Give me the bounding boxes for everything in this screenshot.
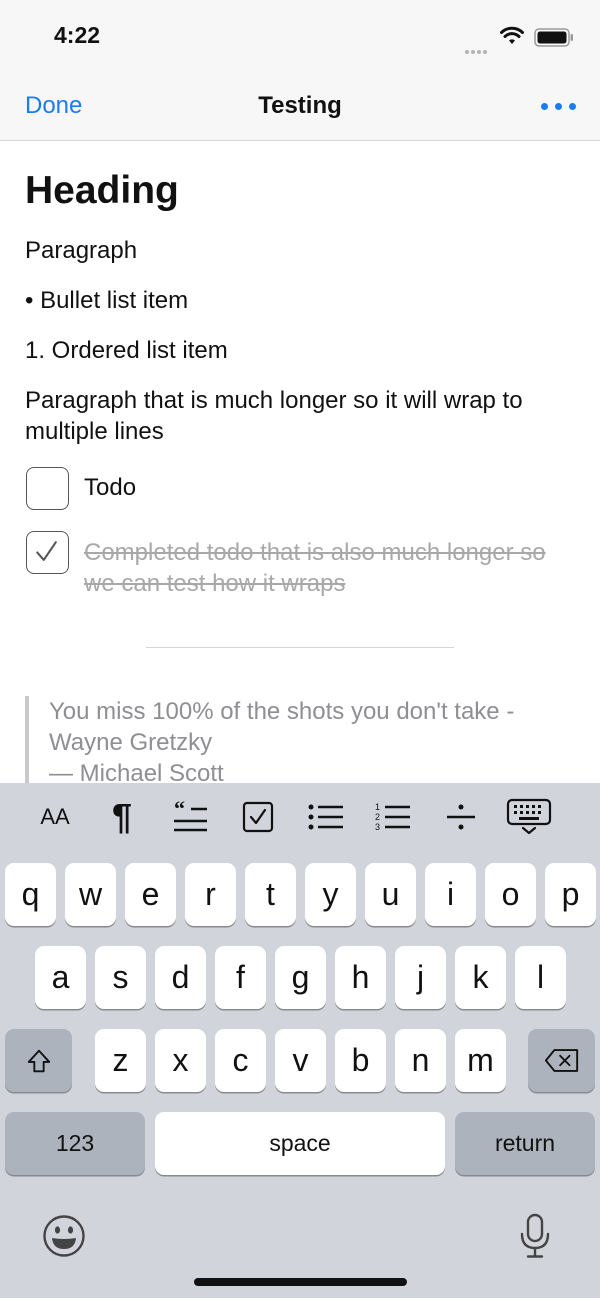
ordered-list-item[interactable]: 1. Ordered list item <box>25 335 585 366</box>
shift-key[interactable] <box>5 1029 72 1092</box>
key-c[interactable]: c <box>215 1029 266 1092</box>
key-d[interactable]: d <box>155 946 206 1009</box>
ordered-list-icon[interactable]: 1 2 3 <box>374 797 412 837</box>
paragraph-label: ¶ <box>111 796 133 837</box>
home-indicator[interactable] <box>194 1278 407 1286</box>
horizontal-divider <box>146 647 454 648</box>
key-t[interactable]: t <box>245 863 296 926</box>
checkbox-icon[interactable] <box>240 797 276 837</box>
status-bar: 4:22 <box>0 0 600 72</box>
bullet-list-item[interactable]: • Bullet list item <box>25 285 585 316</box>
todo-checkbox-checked[interactable] <box>26 531 69 574</box>
paragraph-block[interactable]: Paragraph <box>25 235 585 266</box>
svg-text:“: “ <box>174 801 185 821</box>
battery-icon <box>534 28 573 47</box>
backspace-key[interactable] <box>528 1029 595 1092</box>
space-key[interactable]: space <box>155 1112 445 1175</box>
completed-todo-label[interactable]: Completed todo that is also much longer … <box>84 537 574 599</box>
key-b[interactable]: b <box>335 1029 386 1092</box>
emoji-icon[interactable] <box>42 1214 86 1258</box>
todo-checkbox[interactable] <box>26 467 69 510</box>
key-x[interactable]: x <box>155 1029 206 1092</box>
key-p[interactable]: p <box>545 863 596 926</box>
text-size-label: AA <box>40 804 70 829</box>
todo-label[interactable]: Todo <box>84 472 136 503</box>
key-e[interactable]: e <box>125 863 176 926</box>
microphone-icon[interactable] <box>520 1213 550 1259</box>
page-title: Testing <box>258 92 342 119</box>
long-paragraph-block[interactable]: Paragraph that is much longer so it will… <box>25 385 585 447</box>
key-j[interactable]: j <box>395 946 446 1009</box>
key-i[interactable]: i <box>425 863 476 926</box>
signal-icon <box>465 41 491 54</box>
text-size-icon[interactable]: AA <box>32 797 78 837</box>
key-q[interactable]: q <box>5 863 56 926</box>
key-g[interactable]: g <box>275 946 326 1009</box>
key-v[interactable]: v <box>275 1029 326 1092</box>
key-w[interactable]: w <box>65 863 116 926</box>
numbers-key[interactable]: 123 <box>5 1112 145 1175</box>
return-key[interactable]: return <box>455 1112 595 1175</box>
nav-bar: Done Testing <box>0 72 600 141</box>
svg-text:1: 1 <box>375 802 380 812</box>
shift-icon <box>27 1049 50 1072</box>
heading-block[interactable]: Heading <box>25 169 179 213</box>
key-m[interactable]: m <box>455 1029 506 1092</box>
quote-attribution: — Michael Scott <box>49 760 224 783</box>
key-k[interactable]: k <box>455 946 506 1009</box>
quote-icon[interactable]: “ <box>171 797 209 837</box>
key-r[interactable]: r <box>185 863 236 926</box>
paragraph-icon[interactable]: ¶ <box>104 796 140 837</box>
key-u[interactable]: u <box>365 863 416 926</box>
wifi-icon <box>500 26 524 44</box>
key-f[interactable]: f <box>215 946 266 1009</box>
key-y[interactable]: y <box>305 863 356 926</box>
key-a[interactable]: a <box>35 946 86 1009</box>
divider-icon[interactable] <box>444 797 478 837</box>
keyboard-dismiss-icon[interactable] <box>506 797 552 837</box>
quote-text: You miss 100% of the shots you don't tak… <box>49 698 515 756</box>
bullet-list-icon[interactable] <box>307 797 345 837</box>
status-time: 4:22 <box>54 22 101 48</box>
blockquote[interactable]: You miss 100% of the shots you don't tak… <box>25 696 585 783</box>
backspace-icon <box>544 1049 578 1072</box>
keyboard: q w e r t y u i o p a s d f g h j k l z … <box>0 853 600 1298</box>
key-l[interactable]: l <box>515 946 566 1009</box>
key-h[interactable]: h <box>335 946 386 1009</box>
key-n[interactable]: n <box>395 1029 446 1092</box>
key-o[interactable]: o <box>485 863 536 926</box>
key-z[interactable]: z <box>95 1029 146 1092</box>
svg-text:2: 2 <box>375 812 380 822</box>
svg-text:3: 3 <box>375 822 380 832</box>
editor-content[interactable]: Heading Paragraph • Bullet list item 1. … <box>0 141 600 783</box>
more-options-icon[interactable] <box>540 103 576 111</box>
checkmark-icon <box>36 541 57 561</box>
formatting-toolbar: AA ¶ “ 1 2 3 <box>0 783 600 853</box>
key-s[interactable]: s <box>95 946 146 1009</box>
